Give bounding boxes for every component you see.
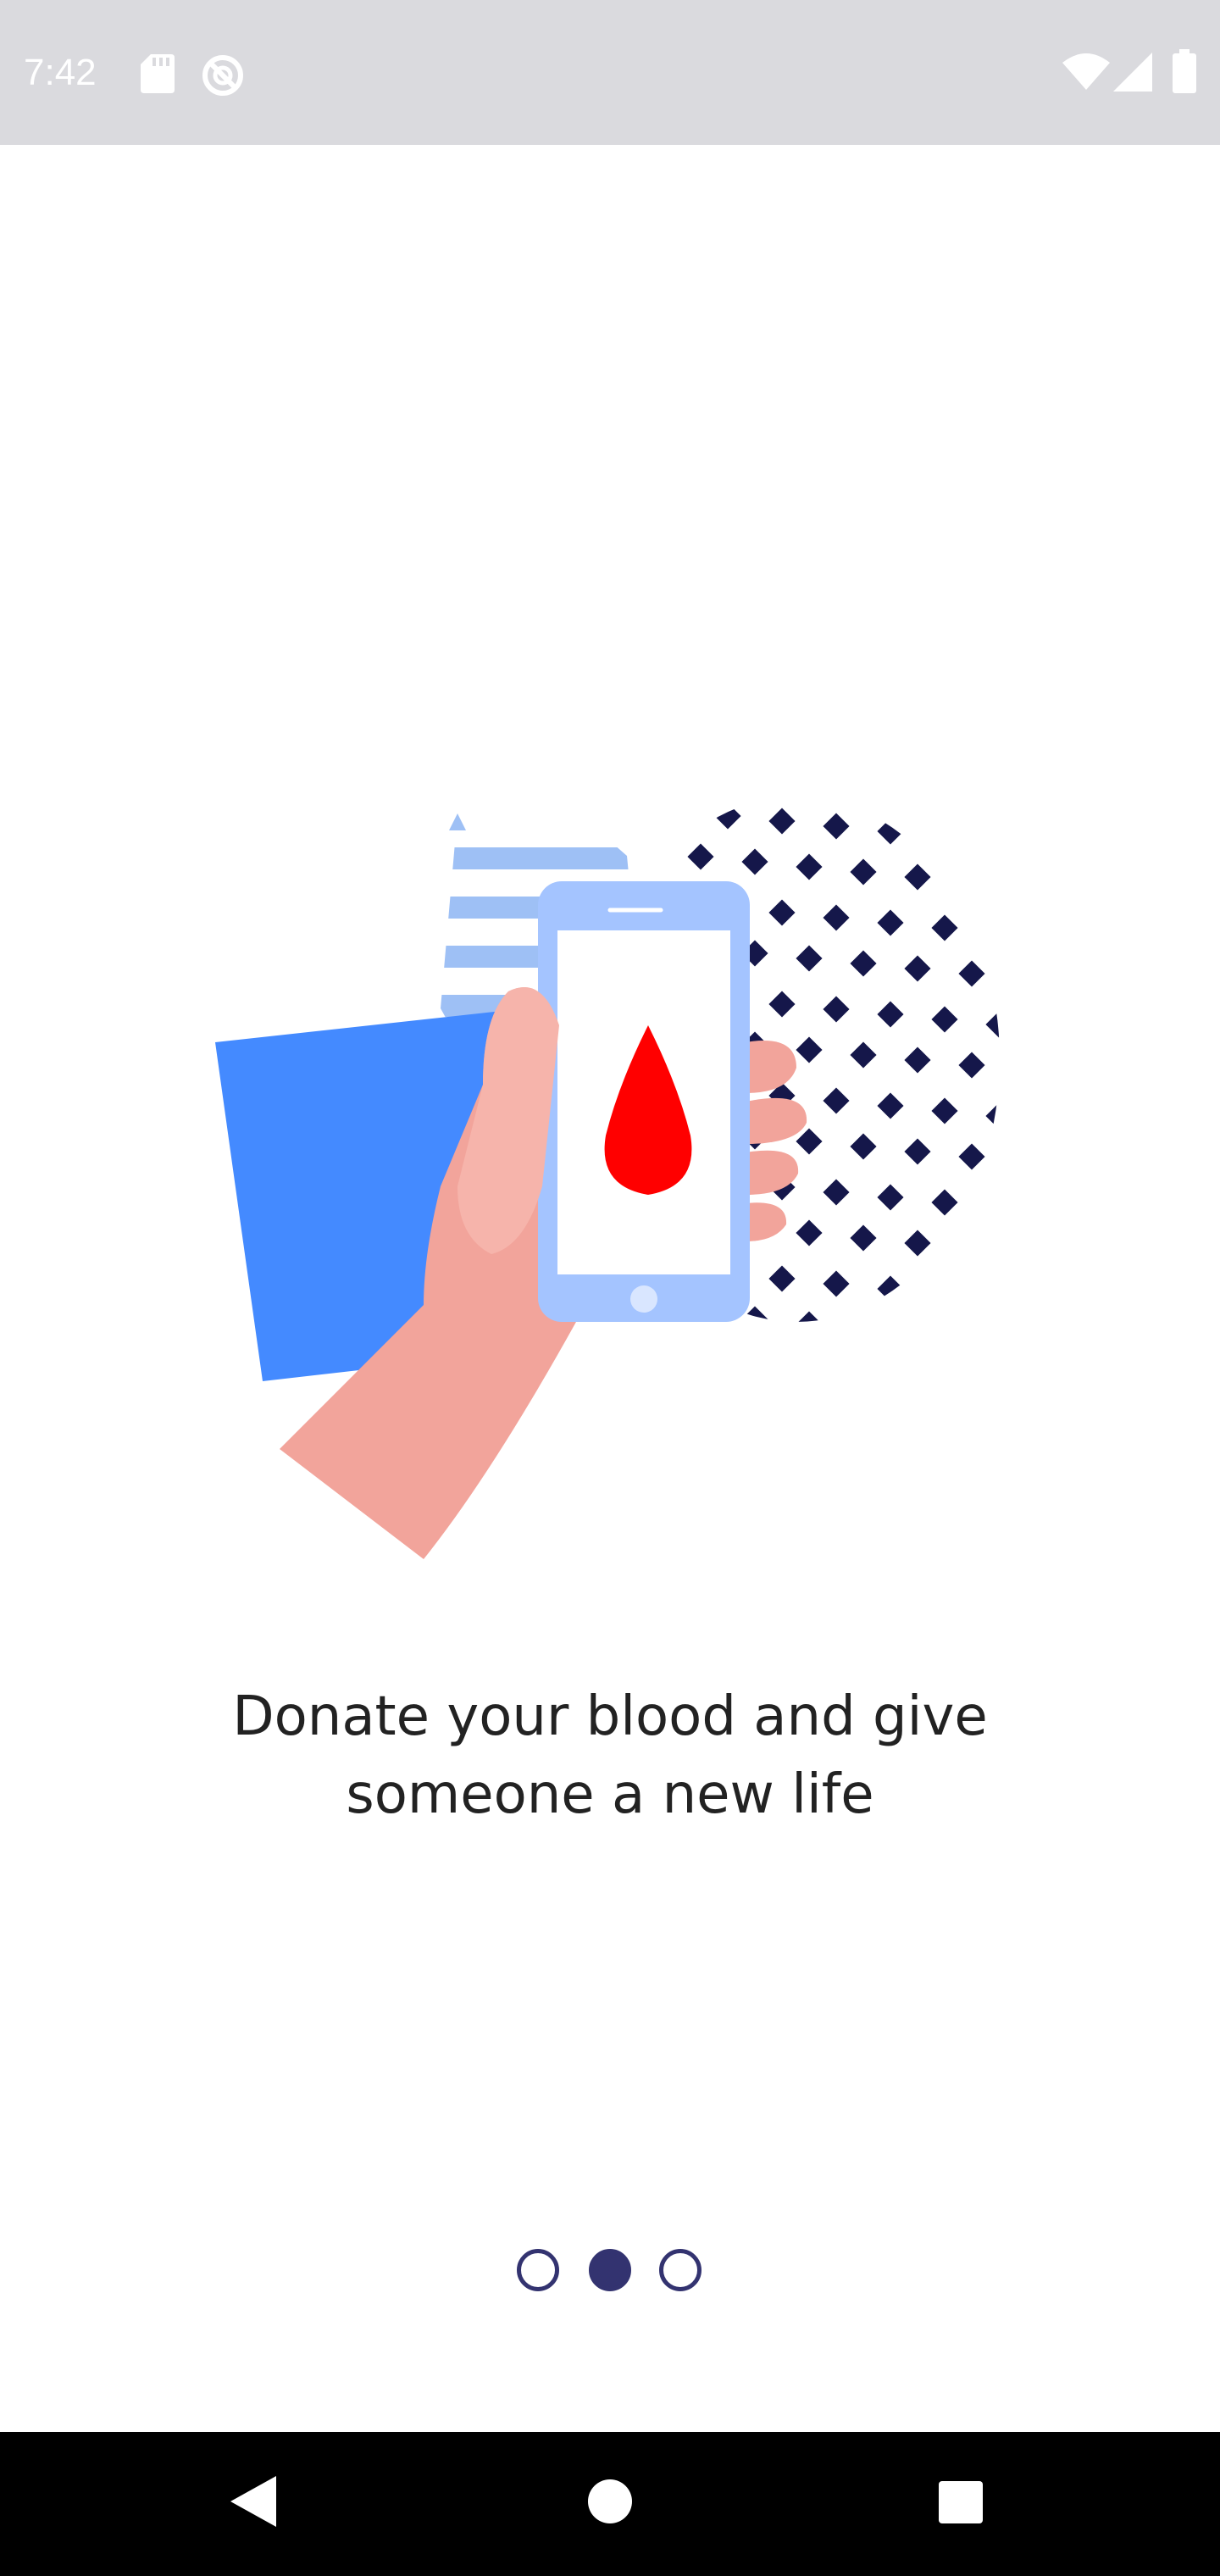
page-dot-3[interactable] — [659, 2249, 702, 2291]
battery-icon — [1173, 49, 1196, 93]
sd-card-icon — [141, 54, 175, 93]
page-dot-1[interactable] — [517, 2249, 559, 2291]
status-time: 7:42 — [24, 52, 97, 93]
status-bar: 7:42 — [0, 0, 1220, 145]
signal-icon — [1113, 53, 1152, 92]
home-icon[interactable] — [588, 2479, 632, 2523]
sync-disabled-icon — [202, 55, 243, 96]
onboarding-text: Donate your blood and give someone a new… — [102, 1678, 1118, 1834]
onboarding-text-line-2: someone a new life — [346, 1763, 874, 1826]
back-icon[interactable] — [230, 2476, 276, 2527]
page-dot-2-active[interactable] — [589, 2249, 631, 2291]
onboarding-text-line-1: Donate your blood and give — [232, 1685, 988, 1748]
hand-holding-phone-blood-drop-icon — [215, 797, 1000, 1559]
wifi-icon — [1062, 53, 1110, 90]
navigation-bar — [0, 2432, 1220, 2576]
recents-icon[interactable] — [939, 2481, 983, 2523]
page-indicator — [0, 2249, 1220, 2296]
